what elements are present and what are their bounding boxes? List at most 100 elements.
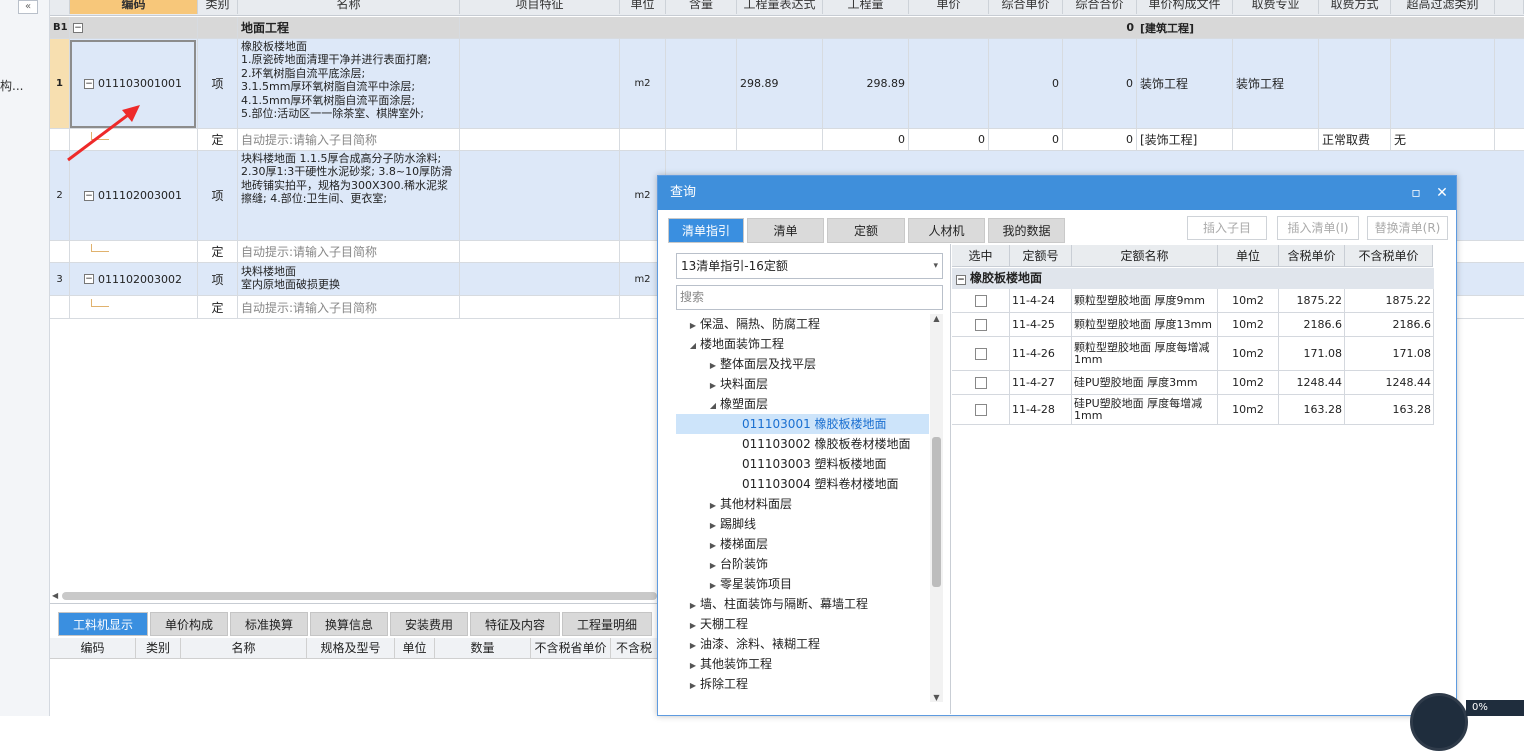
quota-row[interactable]: 11-4-26 颗粒型塑胶地面 厚度每增减1mm 10m2 171.08 171.08 [952, 337, 1434, 371]
row-file[interactable]: 装饰工程 [1137, 39, 1233, 128]
scroll-down-icon[interactable]: ▼ [930, 693, 943, 702]
collapse-icon[interactable]: − [84, 274, 94, 284]
tree-node[interactable]: ▶ 其他材料面层 [676, 494, 929, 514]
quota-row[interactable]: 11-4-27 硅PU塑胶地面 厚度3mm 10m2 1248.44 1248.44 [952, 371, 1434, 395]
row-name-hint[interactable]: 自动提示:请输入子目简称 [238, 296, 460, 318]
tab-labor-machine[interactable]: 人材机 [908, 218, 985, 243]
tab-install-fee[interactable]: 安装费用 [390, 612, 468, 636]
bottom-header-name[interactable]: 名称 [181, 638, 307, 659]
row-mode[interactable]: 正常取费 [1319, 129, 1391, 150]
header-type[interactable]: 类别 [198, 0, 238, 14]
quota-header-unit[interactable]: 单位 [1218, 245, 1279, 267]
quota-header-select[interactable]: 选中 [952, 245, 1010, 267]
bottom-header-spec[interactable]: 规格及型号 [307, 638, 395, 659]
quota-header-name[interactable]: 定额名称 [1072, 245, 1218, 267]
chevron-down-icon[interactable]: ◢ [706, 396, 720, 416]
chevron-down-icon[interactable]: ◢ [686, 336, 700, 356]
tree-node[interactable]: ▶ 台阶装饰 [676, 554, 929, 574]
row-expr[interactable] [737, 129, 823, 150]
tree-node[interactable]: ▶ 零星装饰项目 [676, 574, 929, 594]
row-filter[interactable]: 无 [1391, 129, 1495, 150]
tree-node[interactable]: 011103001 橡胶板楼地面 [676, 414, 929, 434]
checkbox[interactable] [974, 376, 987, 389]
header-file[interactable]: 单价构成文件 [1137, 0, 1233, 14]
table-row[interactable]: 1 −011103001001 项 橡胶板楼地面 1.原瓷砖地面清理干净并进行表… [50, 39, 1524, 129]
chevron-right-icon[interactable]: ▶ [686, 656, 700, 676]
row-price[interactable] [909, 39, 989, 128]
chevron-right-icon[interactable]: ▶ [706, 576, 720, 596]
row-content[interactable] [666, 39, 737, 128]
tree-node[interactable]: ▶ 楼梯面层 [676, 534, 929, 554]
tree-node[interactable]: ▶ 墙、柱面装饰与隔断、幕墙工程 [676, 594, 929, 614]
collapse-icon[interactable]: − [84, 190, 94, 201]
row-feature[interactable] [460, 129, 620, 150]
scroll-left-icon[interactable]: ◀ [52, 591, 58, 600]
maximize-icon[interactable]: ▫ [1406, 176, 1426, 210]
row-filter[interactable] [1391, 39, 1495, 128]
bottom-header-price2[interactable]: 不含税威 [611, 638, 658, 659]
quota-select-cell[interactable] [952, 337, 1010, 370]
quota-row[interactable]: 11-4-24 颗粒型塑胶地面 厚度9mm 10m2 1875.22 1875.22 [952, 289, 1434, 313]
tab-my-data[interactable]: 我的数据 [988, 218, 1065, 243]
row-code[interactable]: −011102003002 [70, 263, 198, 295]
row-feature[interactable] [460, 151, 620, 240]
scroll-thumb[interactable] [62, 592, 657, 600]
row-name-hint[interactable]: 自动提示:请输入子目简称 [238, 129, 460, 150]
chevron-right-icon[interactable]: ▶ [706, 536, 720, 556]
header-code[interactable]: 编码 [70, 0, 198, 14]
insert-subitem-button[interactable]: 插入子目 [1187, 216, 1267, 240]
tree-node[interactable]: ▶ 拆除工程 [676, 674, 929, 694]
checkbox[interactable] [974, 318, 987, 331]
guide-select[interactable]: 13清单指引-16定额 ▾ [676, 253, 943, 279]
row-name[interactable]: 橡胶板楼地面 1.原瓷砖地面清理干净并进行表面打磨; 2.环氧树脂自流平底涂层;… [238, 39, 460, 128]
collapse-icon[interactable]: − [73, 22, 83, 33]
checkbox[interactable] [974, 347, 987, 360]
header-unit[interactable]: 单位 [620, 0, 666, 14]
chevron-right-icon[interactable]: ▶ [706, 556, 720, 576]
chevron-right-icon[interactable]: ▶ [706, 496, 720, 516]
header-mode[interactable]: 取费方式 [1319, 0, 1391, 14]
side-nav-label[interactable]: 构... [0, 77, 23, 94]
checkbox[interactable] [974, 294, 987, 307]
bottom-header-type[interactable]: 类别 [136, 638, 181, 659]
row-file[interactable]: [装饰工程] [1137, 129, 1233, 150]
row-unit[interactable] [620, 129, 666, 150]
row-name[interactable]: 块料楼地面 1.1.5厚合成高分子防水涂料; 2.30厚1:3干硬性水泥砂浆; … [238, 151, 460, 240]
tab-unit-price[interactable]: 单价构成 [150, 612, 228, 636]
chevron-down-icon[interactable]: ▾ [933, 254, 938, 278]
chevron-right-icon[interactable]: ▶ [686, 596, 700, 616]
tree-node[interactable]: ▶ 整体面层及找平层 [676, 354, 929, 374]
quota-row[interactable]: 11-4-25 颗粒型塑胶地面 厚度13mm 10m2 2186.6 2186.6 [952, 313, 1434, 337]
header-comp-price[interactable]: 综合单价 [989, 0, 1063, 14]
row-mode[interactable] [1319, 39, 1391, 128]
tree-node[interactable]: ▶ 其他装饰工程 [676, 654, 929, 674]
tree-node[interactable]: ▶ 保温、隔热、防腐工程 [676, 314, 929, 334]
row-code[interactable] [70, 241, 198, 262]
quota-group-row[interactable]: − 橡胶板楼地面 [952, 268, 1434, 289]
tab-quantity-detail[interactable]: 工程量明细 [562, 612, 652, 636]
replace-bill-button[interactable]: 替换清单(R) [1367, 216, 1448, 240]
tree-node[interactable]: 011103003 塑料板楼地面 [676, 454, 929, 474]
header-expr[interactable]: 工程量表达式 [737, 0, 823, 14]
chevron-right-icon[interactable]: ▶ [706, 516, 720, 536]
insert-bill-button[interactable]: 插入清单(I) [1277, 216, 1359, 240]
header-qty[interactable]: 工程量 [823, 0, 909, 14]
chevron-right-icon[interactable]: ▶ [706, 376, 720, 396]
row-qty[interactable]: 298.89 [823, 39, 909, 128]
tab-quota[interactable]: 定额 [827, 218, 905, 243]
bottom-header-qty[interactable]: 数量 [435, 638, 531, 659]
quota-row[interactable]: 11-4-28 硅PU塑胶地面 厚度每增减1mm 10m2 163.28 163.28 [952, 395, 1434, 425]
scroll-thumb[interactable] [932, 437, 941, 587]
row-name[interactable]: 块料楼地面 室内原地面破损更换 [238, 263, 460, 295]
chevron-right-icon[interactable]: ▶ [686, 316, 700, 336]
search-input[interactable]: 搜索 [676, 285, 943, 310]
header-major[interactable]: 取费专业 [1233, 0, 1319, 14]
tree-node[interactable]: ▶ 油漆、涂料、裱糊工程 [676, 634, 929, 654]
chevron-right-icon[interactable]: ▶ [686, 676, 700, 696]
quota-header-tax-price[interactable]: 含税单价 [1279, 245, 1345, 267]
tab-features[interactable]: 特征及内容 [470, 612, 560, 636]
chevron-right-icon[interactable]: ▶ [686, 636, 700, 656]
row-expr[interactable]: 298.89 [737, 39, 823, 128]
tab-bill[interactable]: 清单 [747, 218, 824, 243]
tree-node[interactable]: ▶ 天棚工程 [676, 614, 929, 634]
